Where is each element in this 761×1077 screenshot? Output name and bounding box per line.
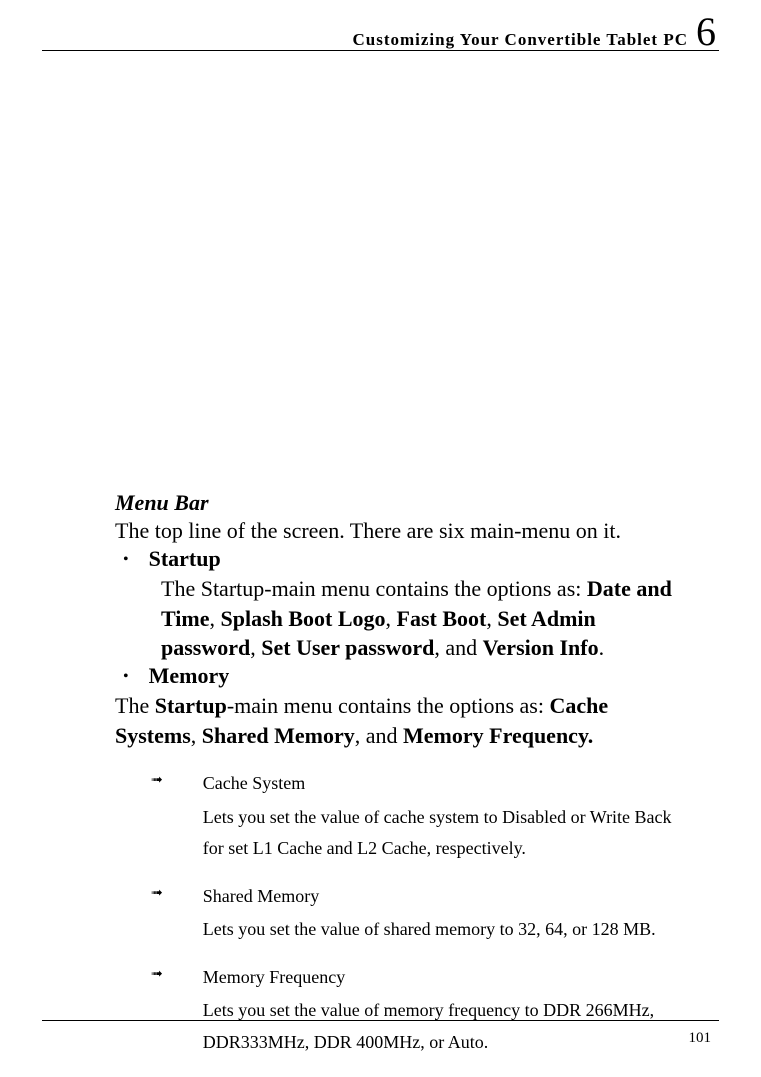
bullet-icon: • <box>123 546 129 574</box>
memory-label: Memory <box>149 663 230 689</box>
page-header: Customizing Your Convertible Tablet PC 6 <box>352 8 716 55</box>
footer-divider <box>42 1020 719 1021</box>
freq-desc: Lets you set the value of memory frequen… <box>203 995 691 1058</box>
startup-bullet: • Startup <box>115 546 691 574</box>
arrow-icon: ➟ <box>151 768 163 865</box>
startup-label: Startup <box>149 546 221 572</box>
startup-description: The Startup-main menu contains the optio… <box>161 574 691 663</box>
cache-desc: Lets you set the value of cache system t… <box>203 802 691 865</box>
section-heading: Menu Bar <box>115 490 691 516</box>
header-divider <box>42 50 719 51</box>
shared-title: Shared Memory <box>203 881 691 913</box>
shared-memory-item: ➟ Shared Memory Lets you set the value o… <box>151 881 691 946</box>
memory-description: The Startup-main menu contains the optio… <box>115 691 691 750</box>
page-number: 101 <box>689 1030 712 1047</box>
memory-frequency-item: ➟ Memory Frequency Lets you set the valu… <box>151 962 691 1059</box>
arrow-icon: ➟ <box>151 962 163 1059</box>
section-intro: The top line of the screen. There are si… <box>115 518 691 544</box>
cache-title: Cache System <box>203 768 691 800</box>
arrow-icon: ➟ <box>151 881 163 946</box>
chapter-number: 6 <box>696 8 716 55</box>
page-content: Menu Bar The top line of the screen. The… <box>115 490 691 1074</box>
shared-desc: Lets you set the value of shared memory … <box>203 914 691 946</box>
header-title: Customizing Your Convertible Tablet PC <box>352 30 688 50</box>
bullet-icon: • <box>123 663 129 691</box>
memory-bullet: • Memory <box>115 663 691 691</box>
cache-system-item: ➟ Cache System Lets you set the value of… <box>151 768 691 865</box>
freq-title: Memory Frequency <box>203 962 691 994</box>
